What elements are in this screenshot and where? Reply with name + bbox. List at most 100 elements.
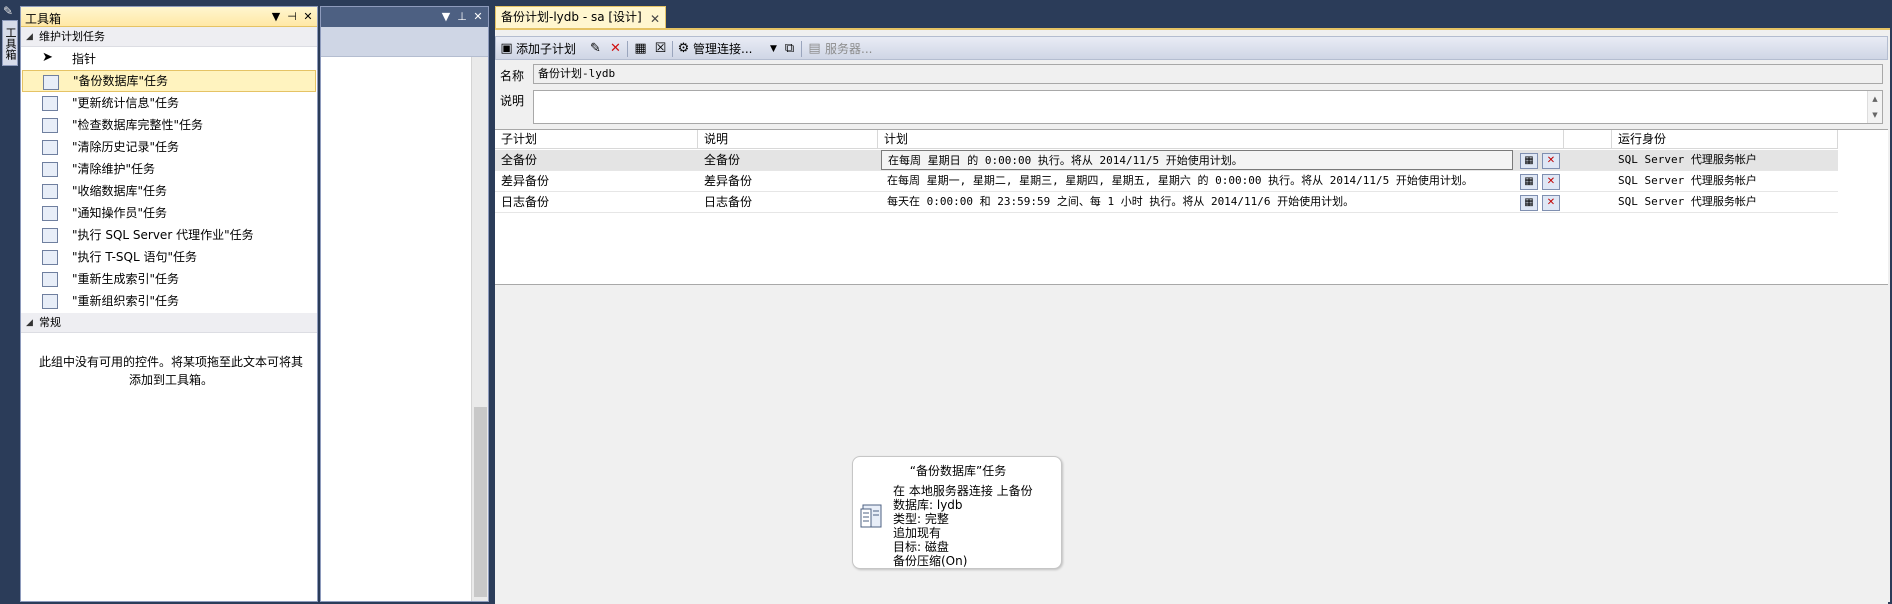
object-explorer-panel: ▼ ⊥ ✕ [320,6,489,602]
dropdown-icon[interactable]: ▼ [439,10,453,24]
manage-connections-button[interactable]: 管理连接... [693,41,752,57]
task-details: 在 本地服务器连接 上备份 数据库: lydb 类型: 完整 追加现有 目标: … [893,484,1058,568]
vertical-scrollbar[interactable] [471,57,488,601]
edit-properties-icon[interactable]: ✎ [588,41,603,56]
tab-maintenance-plan-design[interactable]: 备份计划-lydb - sa [设计] ✕ [495,6,666,28]
table-row[interactable]: 全备份 全备份 在每周 星期日 的 0:00:00 执行。将从 2014/11/… [495,150,1838,171]
toolbox-item-notify-operator[interactable]: "通知操作员"任务 [22,202,316,224]
column-header-schedule[interactable]: 计划 [878,130,1564,149]
remove-schedule-icon[interactable]: ✕ [1542,195,1560,211]
schedule-icon[interactable]: ▦ [633,41,648,56]
cell-schedule[interactable]: 每天在 0:00:00 和 23:59:59 之间、每 1 小时 执行。将从 2… [881,192,1513,212]
panel-toolbar [321,27,488,57]
toolbox-item-label: "更新统计信息"任务 [72,96,180,110]
toolbox-item-reorganize-index[interactable]: "重新组织索引"任务 [22,290,316,312]
toolbox-item-label: "检查数据库完整性"任务 [72,118,204,132]
update-statistics-icon [42,96,58,111]
toolbox-item-label: "重新生成索引"任务 [72,272,180,286]
cell-description: 差异备份 [704,174,753,188]
toolbox-empty-message: 此组中没有可用的控件。将某项拖至此文本可将其 添加到工具箱。 [31,353,311,389]
toolbar-separator [801,41,802,57]
notify-operator-icon [42,206,58,221]
close-icon[interactable]: ✕ [301,10,315,24]
pin-icon[interactable]: ⊥ [455,10,469,24]
close-icon[interactable]: ✕ [471,10,485,24]
table-row[interactable]: 差异备份 差异备份 在每周 星期一, 星期二, 星期三, 星期四, 星期五, 星… [495,171,1838,192]
scrollbar-thumb[interactable] [474,407,487,597]
chevron-down-icon[interactable]: ▼ [770,41,777,57]
toolbox-item-history-cleanup[interactable]: "清除历史记录"任务 [22,136,316,158]
toolbox-item-label: "清除历史记录"任务 [72,140,180,154]
schedule-icon[interactable]: ▦ [1520,195,1538,211]
column-header-subplan[interactable]: 子计划 [495,130,698,149]
close-icon[interactable]: ✕ [650,9,660,29]
toolbox-item-pointer[interactable]: ➤ 指针 [22,48,316,70]
task-detail-line: 备份压缩(On) [893,554,968,568]
task-title: “备份数据库”任务 [909,464,1007,478]
toolbox-item-shrink-database[interactable]: "收缩数据库"任务 [22,180,316,202]
delete-icon[interactable]: ✕ [608,41,623,56]
check-integrity-icon [42,118,58,133]
toolbox-item-label: "收缩数据库"任务 [72,184,168,198]
dropdown-icon[interactable]: ▼ [269,10,283,24]
toolbox-title: 工具箱 [25,12,62,26]
plan-name-field[interactable]: 备份计划-lydb [533,64,1883,84]
remove-schedule-icon[interactable]: ✕ [1542,153,1560,169]
table-row[interactable]: 日志备份 日志备份 每天在 0:00:00 和 23:59:59 之间、每 1 … [495,192,1838,213]
cell-run-as: SQL Server 代理服务帐户 [1618,153,1757,166]
section-maintenance-tasks[interactable]: ◢ 维护计划任务 [21,27,317,47]
toolbox-item-rebuild-index[interactable]: "重新生成索引"任务 [22,268,316,290]
toolbar-separator [672,41,673,57]
designer-toolbar: ▣ 添加子计划 ✎ ✕ ▦ ☒ ⚙ 管理连接... ▼ ⧉ ▤ 服务器... [495,36,1888,60]
section-label: 维护计划任务 [39,30,105,43]
remove-schedule-icon[interactable]: ✕ [1542,174,1560,190]
pin-icon[interactable]: ⊣ [285,10,299,24]
toolbar-separator [627,41,628,57]
schedule-icon[interactable]: ▦ [1520,153,1538,169]
toolbox-item-label: 指针 [72,52,97,66]
toolbox-dock-tab[interactable]: 工具箱 [2,20,18,66]
backup-database-icon [43,75,59,90]
toolbox-item-maintenance-cleanup[interactable]: "清除维护"任务 [22,158,316,180]
cell-schedule[interactable]: 在每周 星期一, 星期二, 星期三, 星期四, 星期五, 星期六 的 0:00:… [881,171,1513,191]
toolbox-item-label: "清除维护"任务 [72,162,156,176]
backup-database-task-shape[interactable]: “备份数据库”任务 在 本地服务器连接 上备份 数据库: lydb 类型: 完整… [852,456,1062,569]
schedule-icon[interactable]: ▦ [1520,174,1538,190]
toolbox-item-label: "通知操作员"任务 [72,206,168,220]
cell-run-as: SQL Server 代理服务帐户 [1618,174,1757,187]
description-scrollbar[interactable]: ▲ ▼ [1867,91,1882,123]
task-detail-line: 追加现有 [893,526,942,540]
column-header-run-as[interactable]: 运行身份 [1612,130,1838,149]
column-header-description[interactable]: 说明 [698,130,878,149]
design-surface[interactable]: “备份数据库”任务 在 本地服务器连接 上备份 数据库: lydb 类型: 完整… [495,287,1888,604]
cell-schedule[interactable]: 在每周 星期日 的 0:00:00 执行。将从 2014/11/5 开始使用计划… [881,150,1513,170]
toolbox-panel: 工具箱 ▼ ⊣ ✕ ◢ 维护计划任务 ➤ 指针 "备份数据库"任务 "更新统计信… [20,6,318,602]
tab-title: 备份计划-lydb - sa [设计] [501,10,642,24]
toolbox-item-tsql[interactable]: "执行 T-SQL 语句"任务 [22,246,316,268]
toolbox-item-backup-database[interactable]: "备份数据库"任务 [22,70,316,92]
servers-icon: ▤ [808,41,821,56]
maintenance-plan-designer: ▣ 添加子计划 ✎ ✕ ▦ ☒ ⚙ 管理连接... ▼ ⧉ ▤ 服务器... 名… [495,28,1890,604]
toolbox-item-update-statistics[interactable]: "更新统计信息"任务 [22,92,316,114]
task-detail-line: 数据库: lydb [893,498,963,512]
panel-title-bar[interactable]: ▼ ⊥ ✕ [321,7,488,27]
cell-description: 全备份 [704,153,741,167]
maintenance-cleanup-icon [42,162,58,177]
remove-schedule-icon[interactable]: ☒ [653,41,668,56]
add-subplan-icon[interactable]: ▣ [499,41,514,56]
collapse-arrow-icon: ◢ [26,32,33,42]
copy-icon[interactable]: ⧉ [782,41,797,56]
toolbox-title-bar[interactable]: 工具箱 ▼ ⊣ ✕ [21,7,317,27]
toolbox-item-label: "执行 T-SQL 语句"任务 [72,250,197,264]
manage-connections-icon[interactable]: ⚙ [676,41,691,56]
section-label: 常规 [39,316,61,329]
plan-description-field[interactable]: ▲ ▼ [533,90,1883,124]
toolbox-item-check-integrity[interactable]: "检查数据库完整性"任务 [22,114,316,136]
toolbox-item-label: "执行 SQL Server 代理作业"任务 [72,228,254,242]
task-detail-line: 类型: 完整 [893,512,949,526]
section-general[interactable]: ◢ 常规 [21,313,317,333]
add-subplan-button[interactable]: 添加子计划 [516,41,576,57]
toolbox-item-agent-job[interactable]: "执行 SQL Server 代理作业"任务 [22,224,316,246]
agent-job-icon [42,228,58,243]
column-header-blank [1564,130,1612,149]
